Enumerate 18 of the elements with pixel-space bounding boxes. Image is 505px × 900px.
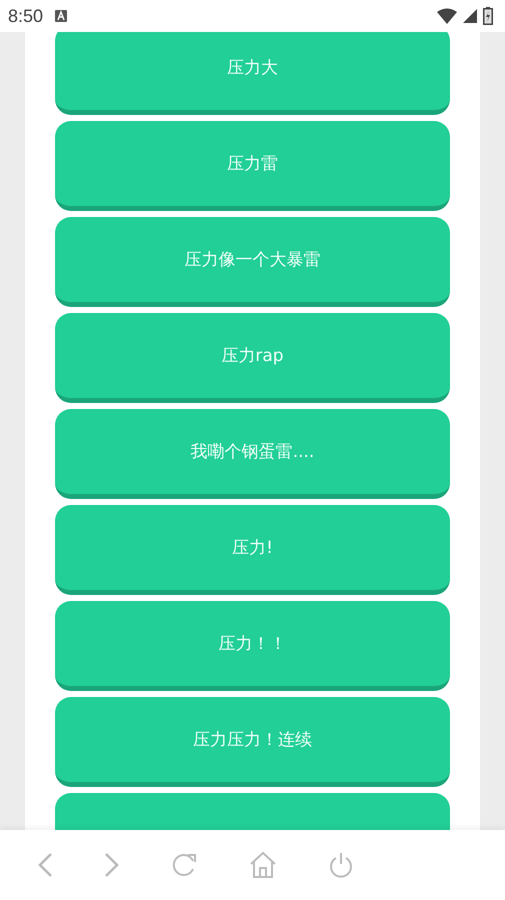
sound-button[interactable]: 压力！！: [55, 601, 450, 691]
signal-icon: [463, 9, 477, 23]
back-icon[interactable]: [37, 852, 53, 878]
sound-button[interactable]: 我嘞个钢蛋雷....: [55, 409, 450, 499]
refresh-icon[interactable]: [171, 852, 198, 878]
sound-button[interactable]: 压力压力！连续: [55, 697, 450, 787]
home-icon[interactable]: [248, 851, 277, 879]
sound-button[interactable]: 压力雷: [55, 121, 450, 211]
sound-button[interactable]: 压力像一个大暴雷: [55, 217, 450, 307]
sound-button[interactable]: 压力!: [55, 505, 450, 595]
wifi-icon: [437, 8, 457, 24]
forward-icon[interactable]: [104, 852, 120, 878]
battery-icon: [483, 7, 493, 25]
sound-button[interactable]: 压力rap: [55, 313, 450, 403]
power-icon[interactable]: [328, 852, 354, 878]
notification-icon: [55, 10, 68, 22]
sound-button[interactable]: 压力大: [55, 32, 450, 115]
clock-time: 8:50: [8, 6, 44, 26]
